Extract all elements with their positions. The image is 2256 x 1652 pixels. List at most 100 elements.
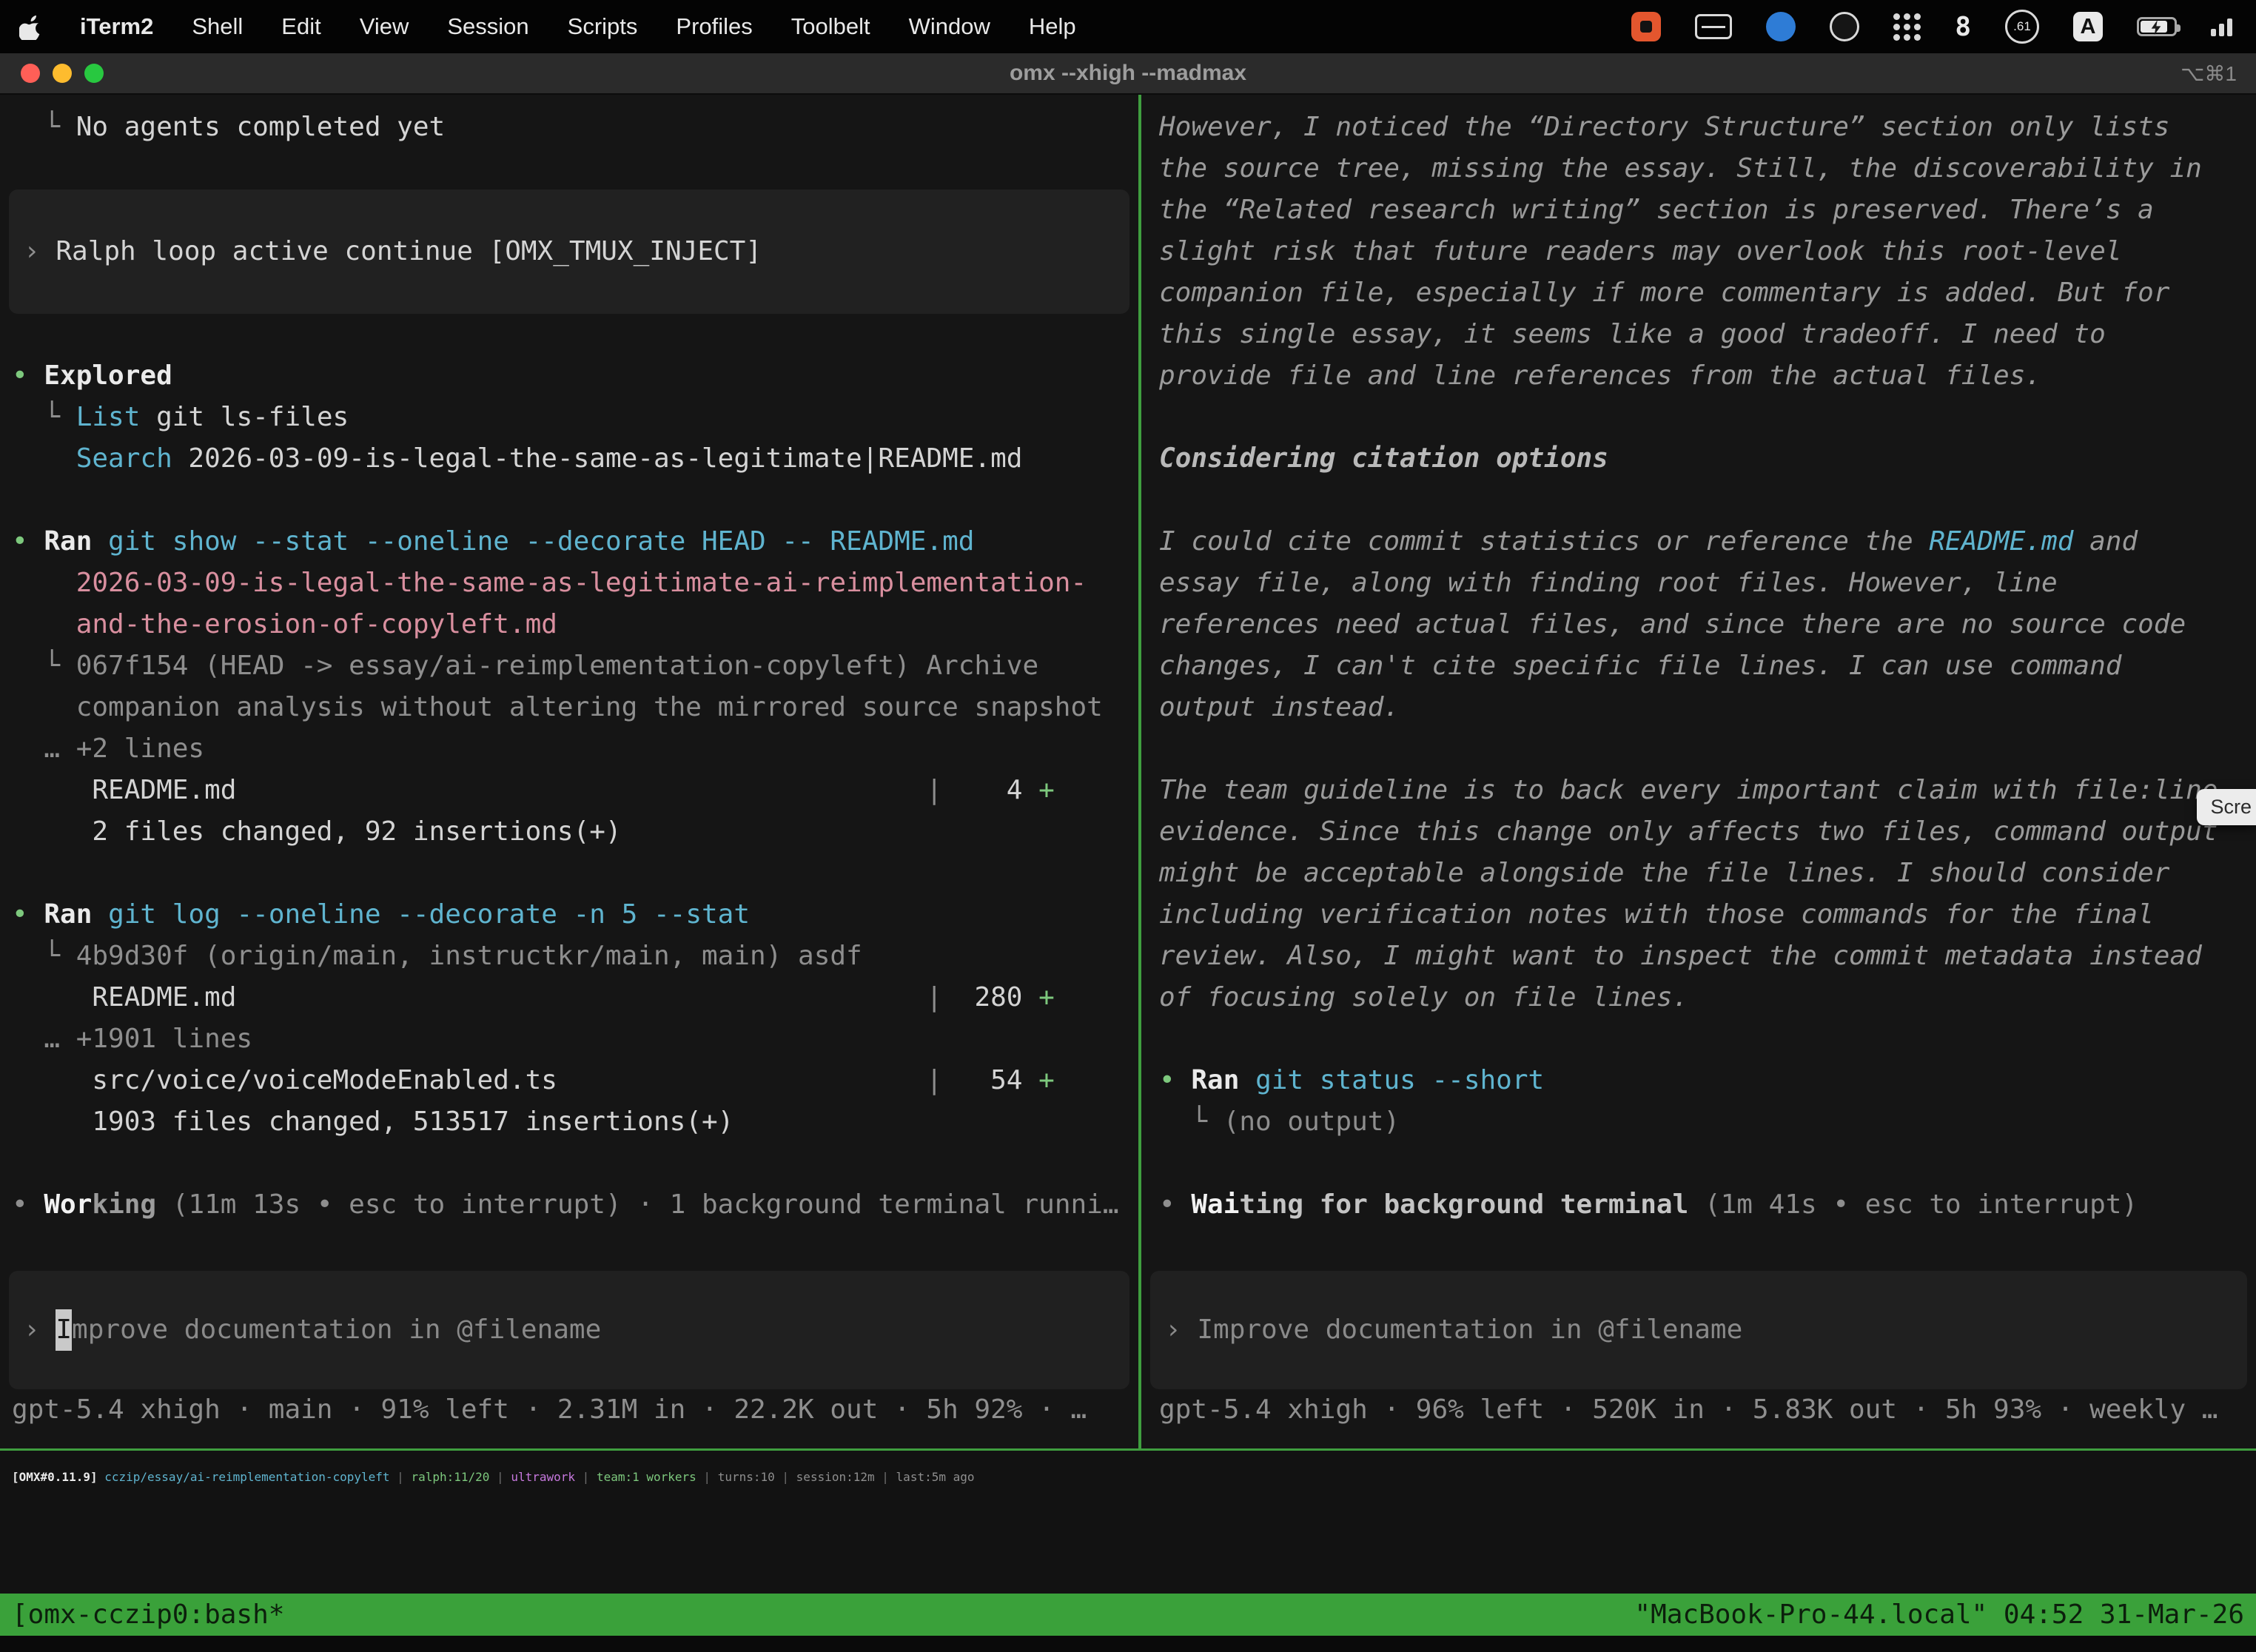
terminal-line: [OMX#0.11.9] cczip/essay/ai-reimplementa… <box>0 1470 2256 1484</box>
prompt-chevron: › <box>1165 1314 1197 1345</box>
terminal-line: companion file, especially if more comme… <box>1141 272 2256 314</box>
terminal-line: README.md | 4 + <box>0 770 1138 811</box>
terminal-line: • Waiting for background terminal (1m 41… <box>1141 1184 2256 1226</box>
blue-app-status-icon[interactable] <box>1766 12 1796 41</box>
terminal-line: Search 2026-03-09-is-legal-the-same-as-l… <box>0 438 1138 480</box>
menu-edit[interactable]: Edit <box>281 13 320 40</box>
terminal-line: … +1901 lines <box>0 1018 1138 1060</box>
terminal-line: essay file, along with finding root file… <box>1141 563 2256 604</box>
terminal-line <box>1141 728 2256 770</box>
bottom-strip <box>0 1636 2256 1652</box>
terminal-line: README.md | 280 + <box>0 977 1138 1018</box>
agents-status-lines: └ No agents completed yet <box>0 107 1138 189</box>
key-icon[interactable]: 8 <box>1955 12 1971 42</box>
terminal-line: and-the-erosion-of-copyleft.md <box>0 604 1138 645</box>
left-pane-content: └ No agents completed yet › Ralph loop a… <box>0 95 1138 1226</box>
terminal-line: evidence. Since this change only affects… <box>1141 811 2256 853</box>
terminal-area: └ No agents completed yet › Ralph loop a… <box>0 95 2256 1448</box>
prompt-placeholder: mprove documentation in @filename <box>72 1314 601 1345</box>
menu-session[interactable]: Session <box>447 13 528 40</box>
terminal-line: … +2 lines <box>0 728 1138 770</box>
prompt-input-left[interactable]: › Improve documentation in @filename <box>9 1271 1129 1389</box>
terminal-line: 2 files changed, 92 insertions(+) <box>0 811 1138 853</box>
terminal-line: of focusing solely on file lines. <box>1141 977 2256 1018</box>
dark-app-status-icon[interactable] <box>1830 12 1859 41</box>
prompt-input-right[interactable]: › Improve documentation in @filename <box>1150 1271 2247 1389</box>
right-pane: However, I noticed the “Directory Struct… <box>1141 95 2256 1448</box>
gauge-icon[interactable]: .61 <box>2005 10 2039 44</box>
terminal-line: • Working (11m 13s • esc to interrupt) ·… <box>0 1184 1138 1226</box>
close-button[interactable] <box>21 64 40 83</box>
menu-help[interactable]: Help <box>1029 13 1076 40</box>
menu-status-icons: 8 .61 A <box>1631 10 2237 44</box>
terminal-line <box>1141 1018 2256 1060</box>
menu-app-name[interactable]: iTerm2 <box>80 13 153 40</box>
battery-icon[interactable] <box>2137 17 2177 36</box>
right-pane-content: However, I noticed the “Directory Struct… <box>1141 95 2256 1226</box>
terminal-line: The team guideline is to back every impo… <box>1141 770 2256 811</box>
session-status-right: gpt-5.4 xhigh · 96% left · 520K in · 5.8… <box>1141 1389 2256 1448</box>
left-pane: └ No agents completed yet › Ralph loop a… <box>0 95 1138 1448</box>
apple-menu-icon[interactable] <box>19 13 41 40</box>
terminal-line: └ No agents completed yet <box>0 107 1138 148</box>
terminal-line: this single essay, it seems like a good … <box>1141 314 2256 355</box>
terminal-line: └ List git ls-files <box>0 397 1138 438</box>
ralph-loop-banner: › Ralph loop active continue [OMX_TMUX_I… <box>9 189 1129 314</box>
terminal-line: might be acceptable alongside the file l… <box>1141 853 2256 894</box>
terminal-line: review. Also, I might want to inspect th… <box>1141 936 2256 977</box>
tmux-session-label: [omx-cczip0:bash* <box>12 1599 284 1630</box>
terminal-line: src/voice/voiceModeEnabled.ts | 54 + <box>0 1060 1138 1101</box>
terminal-line <box>0 148 1138 189</box>
menu-view[interactable]: View <box>360 13 409 40</box>
terminal-line <box>0 314 1138 355</box>
terminal-line: Considering citation options <box>1141 438 2256 480</box>
terminal-line: • Ran git log --oneline --decorate -n 5 … <box>0 894 1138 936</box>
menu-shell[interactable]: Shell <box>192 13 243 40</box>
omx-status-bar: [OMX#0.11.9] cczip/essay/ai-reimplementa… <box>0 1451 2256 1594</box>
menu-profiles[interactable]: Profiles <box>676 13 752 40</box>
zoom-button[interactable] <box>84 64 104 83</box>
terminal-line: 2026-03-09-is-legal-the-same-as-legitima… <box>0 563 1138 604</box>
tmux-status-bar: [omx-cczip0:bash* "MacBook-Pro-44.local"… <box>0 1594 2256 1636</box>
terminal-line: the source tree, missing the essay. Stil… <box>1141 148 2256 189</box>
terminal-line: references need actual files, and since … <box>1141 604 2256 645</box>
terminal-line <box>1141 397 2256 438</box>
traffic-lights <box>0 64 104 83</box>
window-shortcut: ⌥⌘1 <box>2181 61 2256 86</box>
terminal-line <box>0 1143 1138 1184</box>
omx-status-line: [OMX#0.11.9] cczip/essay/ai-reimplementa… <box>0 1470 2256 1484</box>
banner-text: Ralph loop active continue [OMX_TMUX_INJ… <box>56 236 762 266</box>
terminal-line: including verification notes with those … <box>1141 894 2256 936</box>
terminal-line: However, I noticed the “Directory Struct… <box>1141 107 2256 148</box>
terminal-line: └ 067f154 (HEAD -> essay/ai-reimplementa… <box>0 645 1138 687</box>
terminal-line <box>1141 480 2256 521</box>
terminal-line <box>0 853 1138 894</box>
terminal-line: I could cite commit statistics or refere… <box>1141 521 2256 563</box>
menu-window[interactable]: Window <box>909 13 990 40</box>
session-status-left: gpt-5.4 xhigh · main · 91% left · 2.31M … <box>0 1389 1138 1448</box>
menu-left: iTerm2 Shell Edit View Session Scripts P… <box>19 13 1076 40</box>
input-source-icon[interactable]: A <box>2073 12 2103 41</box>
terminal-line: companion analysis without altering the … <box>0 687 1138 728</box>
terminal-line <box>0 480 1138 521</box>
terminal-line <box>1141 1143 2256 1184</box>
left-transcript: • Explored └ List git ls-files Search 20… <box>0 314 1138 1226</box>
window-title: omx --xhigh --madmax <box>1010 61 1246 86</box>
screen: iTerm2 Shell Edit View Session Scripts P… <box>0 0 2256 1652</box>
terminal-line: • Ran git status --short <box>1141 1060 2256 1101</box>
minimize-button[interactable] <box>53 64 72 83</box>
keyboard-icon[interactable] <box>1695 14 1732 39</box>
screenshot-notification[interactable]: Scre <box>2197 789 2256 825</box>
charging-bolt-icon <box>2149 20 2163 35</box>
terminal-line: • Explored <box>0 355 1138 397</box>
signal-icon[interactable] <box>2211 17 2232 36</box>
app-grid-icon[interactable] <box>1893 13 1921 41</box>
screen-recording-indicator-icon[interactable] <box>1631 12 1661 41</box>
window-title-bar: omx --xhigh --madmax ⌥⌘1 <box>0 53 2256 95</box>
terminal-line: 1903 files changed, 513517 insertions(+) <box>0 1101 1138 1143</box>
menu-scripts[interactable]: Scripts <box>568 13 638 40</box>
terminal-line: changes, I can't cite specific file line… <box>1141 645 2256 687</box>
terminal-line: provide file and line references from th… <box>1141 355 2256 397</box>
terminal-line: • Ran git show --stat --oneline --decora… <box>0 521 1138 563</box>
menu-toolbelt[interactable]: Toolbelt <box>791 13 870 40</box>
